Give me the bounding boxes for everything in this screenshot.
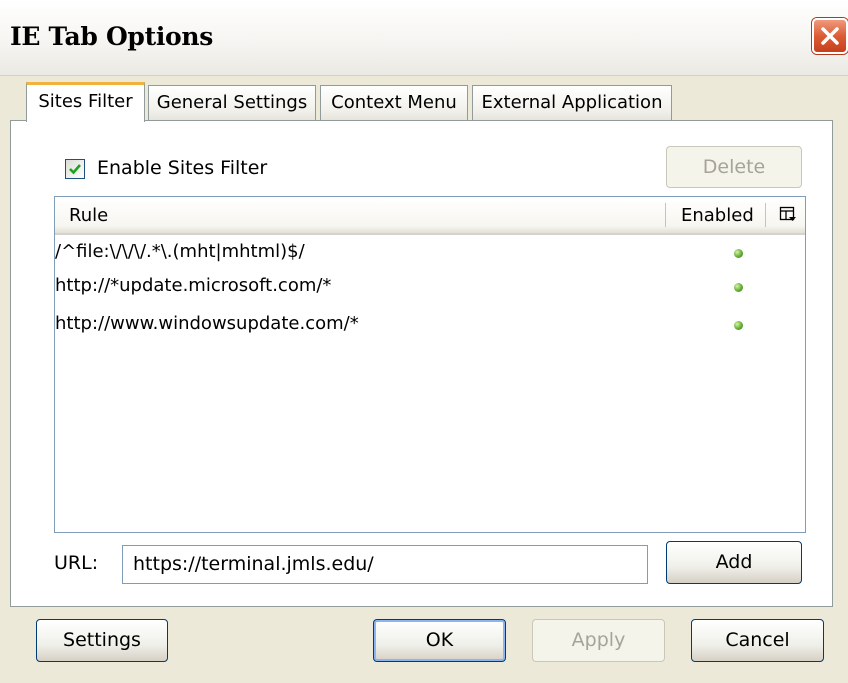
ok-button[interactable]: OK [373, 619, 506, 662]
tab-sites-filter[interactable]: Sites Filter [26, 82, 145, 122]
settings-button[interactable]: Settings [36, 619, 168, 662]
rules-list-header: Rule Enabled [55, 197, 805, 235]
close-button[interactable] [812, 18, 848, 54]
rules-list[interactable]: Rule Enabled /^file:\/\/\/.*\.(mht|mhtml… [54, 196, 806, 533]
tab-external-application[interactable]: External Application [472, 85, 672, 120]
enable-sites-filter-checkbox[interactable] [65, 159, 85, 179]
column-header-rule[interactable]: Rule [69, 205, 108, 226]
rule-text: http://www.windowsupdate.com/* [55, 313, 359, 334]
enable-sites-filter-label[interactable]: Enable Sites Filter [97, 157, 267, 179]
rule-text: /^file:\/\/\/.*\.(mht|mhtml)$/ [55, 241, 305, 262]
cancel-button[interactable]: Cancel [691, 619, 824, 662]
url-label: URL: [54, 552, 99, 574]
window-title: IE Tab Options [10, 22, 214, 51]
enabled-status-icon[interactable] [734, 283, 743, 292]
title-bar: IE Tab Options [0, 0, 848, 76]
enabled-status-icon[interactable] [734, 249, 743, 258]
close-icon [821, 27, 839, 45]
tab-context-menu[interactable]: Context Menu [320, 85, 468, 120]
column-divider[interactable] [665, 203, 666, 227]
delete-button[interactable]: Delete [666, 146, 802, 188]
column-divider[interactable] [765, 203, 766, 227]
add-button[interactable]: Add [666, 541, 802, 584]
column-header-enabled[interactable]: Enabled [681, 205, 754, 226]
apply-button[interactable]: Apply [532, 619, 665, 662]
enabled-status-icon[interactable] [734, 321, 743, 330]
ie-tab-options-dialog: IE Tab Options Sites Filter General Sett… [0, 0, 848, 683]
column-picker-icon[interactable] [779, 206, 797, 224]
tab-general-settings[interactable]: General Settings [148, 85, 316, 120]
rule-row[interactable]: /^file:\/\/\/.*\.(mht|mhtml)$/ [55, 235, 805, 269]
rule-row[interactable]: http://*update.microsoft.com/* [55, 269, 805, 303]
rule-row[interactable]: http://www.windowsupdate.com/* [55, 307, 805, 341]
url-input[interactable]: https://terminal.jmls.edu/ [122, 545, 648, 584]
rule-text: http://*update.microsoft.com/* [55, 275, 332, 296]
checkmark-icon [69, 164, 81, 175]
